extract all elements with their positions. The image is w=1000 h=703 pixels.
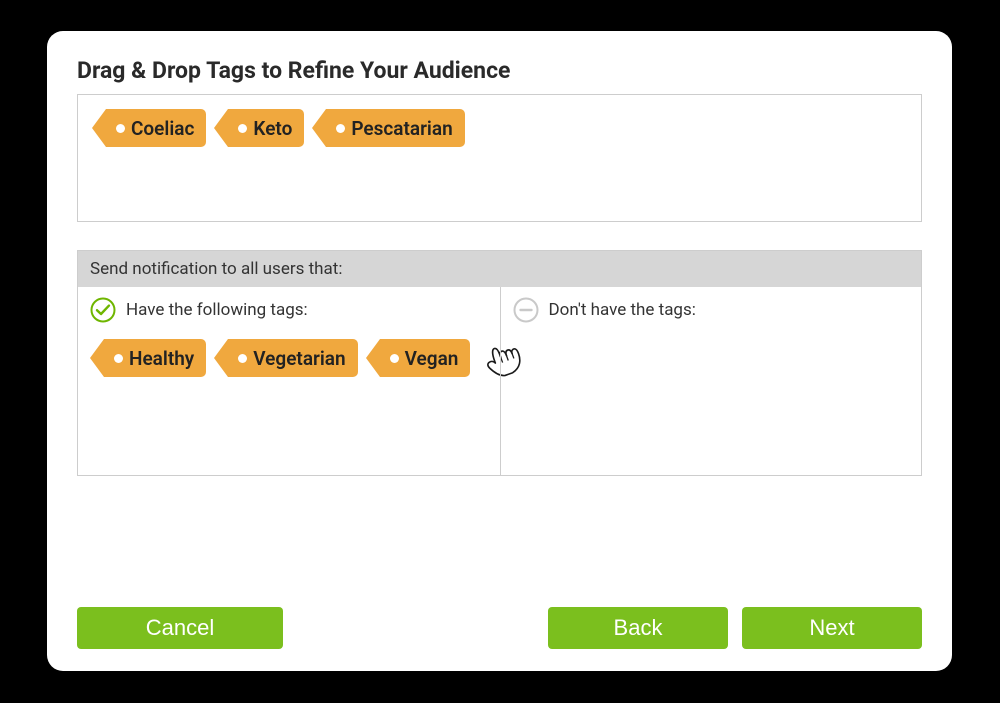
tag-label: Healthy bbox=[129, 347, 194, 370]
tag-label: Coeliac bbox=[131, 117, 194, 140]
tag-vegetarian[interactable]: Vegetarian bbox=[228, 339, 357, 377]
next-button[interactable]: Next bbox=[742, 607, 922, 649]
tag-hole-icon bbox=[238, 124, 247, 133]
tag-pescatarian[interactable]: Pescatarian bbox=[326, 109, 464, 147]
tag-keto[interactable]: Keto bbox=[228, 109, 304, 147]
tag-hole-icon bbox=[390, 354, 399, 363]
have-tags-label: Have the following tags: bbox=[126, 300, 308, 320]
dont-have-tags-dropzone[interactable]: Don't have the tags: bbox=[500, 287, 922, 475]
cancel-button[interactable]: Cancel bbox=[77, 607, 283, 649]
tag-hole-icon bbox=[238, 354, 247, 363]
modal-panel: Drag & Drop Tags to Refine Your Audience… bbox=[47, 31, 952, 671]
footer: Cancel Back Next bbox=[77, 593, 922, 649]
available-tags-dropzone[interactable]: Coeliac Keto Pescatarian bbox=[77, 94, 922, 222]
dont-have-tags-label: Don't have the tags: bbox=[549, 300, 696, 320]
back-button[interactable]: Back bbox=[548, 607, 728, 649]
minus-circle-icon bbox=[513, 297, 539, 323]
tag-label: Pescatarian bbox=[351, 117, 452, 140]
tag-hole-icon bbox=[116, 124, 125, 133]
available-tags-list: Coeliac Keto Pescatarian bbox=[92, 109, 907, 147]
page-title: Drag & Drop Tags to Refine Your Audience bbox=[77, 57, 922, 84]
tag-label: Vegan bbox=[405, 347, 459, 370]
check-circle-icon bbox=[90, 297, 116, 323]
have-tags-dropzone[interactable]: Have the following tags: Healthy Vegetar… bbox=[78, 287, 500, 475]
rules-header: Send notification to all users that: bbox=[78, 251, 921, 287]
tag-hole-icon bbox=[114, 354, 123, 363]
tag-label: Vegetarian bbox=[253, 347, 345, 370]
tag-healthy[interactable]: Healthy bbox=[104, 339, 206, 377]
rules-body: Have the following tags: Healthy Vegetar… bbox=[78, 287, 921, 475]
dont-have-tags-head: Don't have the tags: bbox=[513, 297, 910, 323]
modal-content: Drag & Drop Tags to Refine Your Audience… bbox=[77, 57, 922, 593]
tag-hole-icon bbox=[336, 124, 345, 133]
have-tags-head: Have the following tags: bbox=[90, 297, 488, 323]
tag-vegan[interactable]: Vegan bbox=[380, 339, 471, 377]
tag-coeliac[interactable]: Coeliac bbox=[106, 109, 206, 147]
have-tags-list: Healthy Vegetarian Vegan bbox=[90, 339, 488, 377]
rules-panel: Send notification to all users that: Hav… bbox=[77, 250, 922, 476]
footer-right-group: Back Next bbox=[548, 607, 922, 649]
tag-label: Keto bbox=[253, 117, 292, 140]
